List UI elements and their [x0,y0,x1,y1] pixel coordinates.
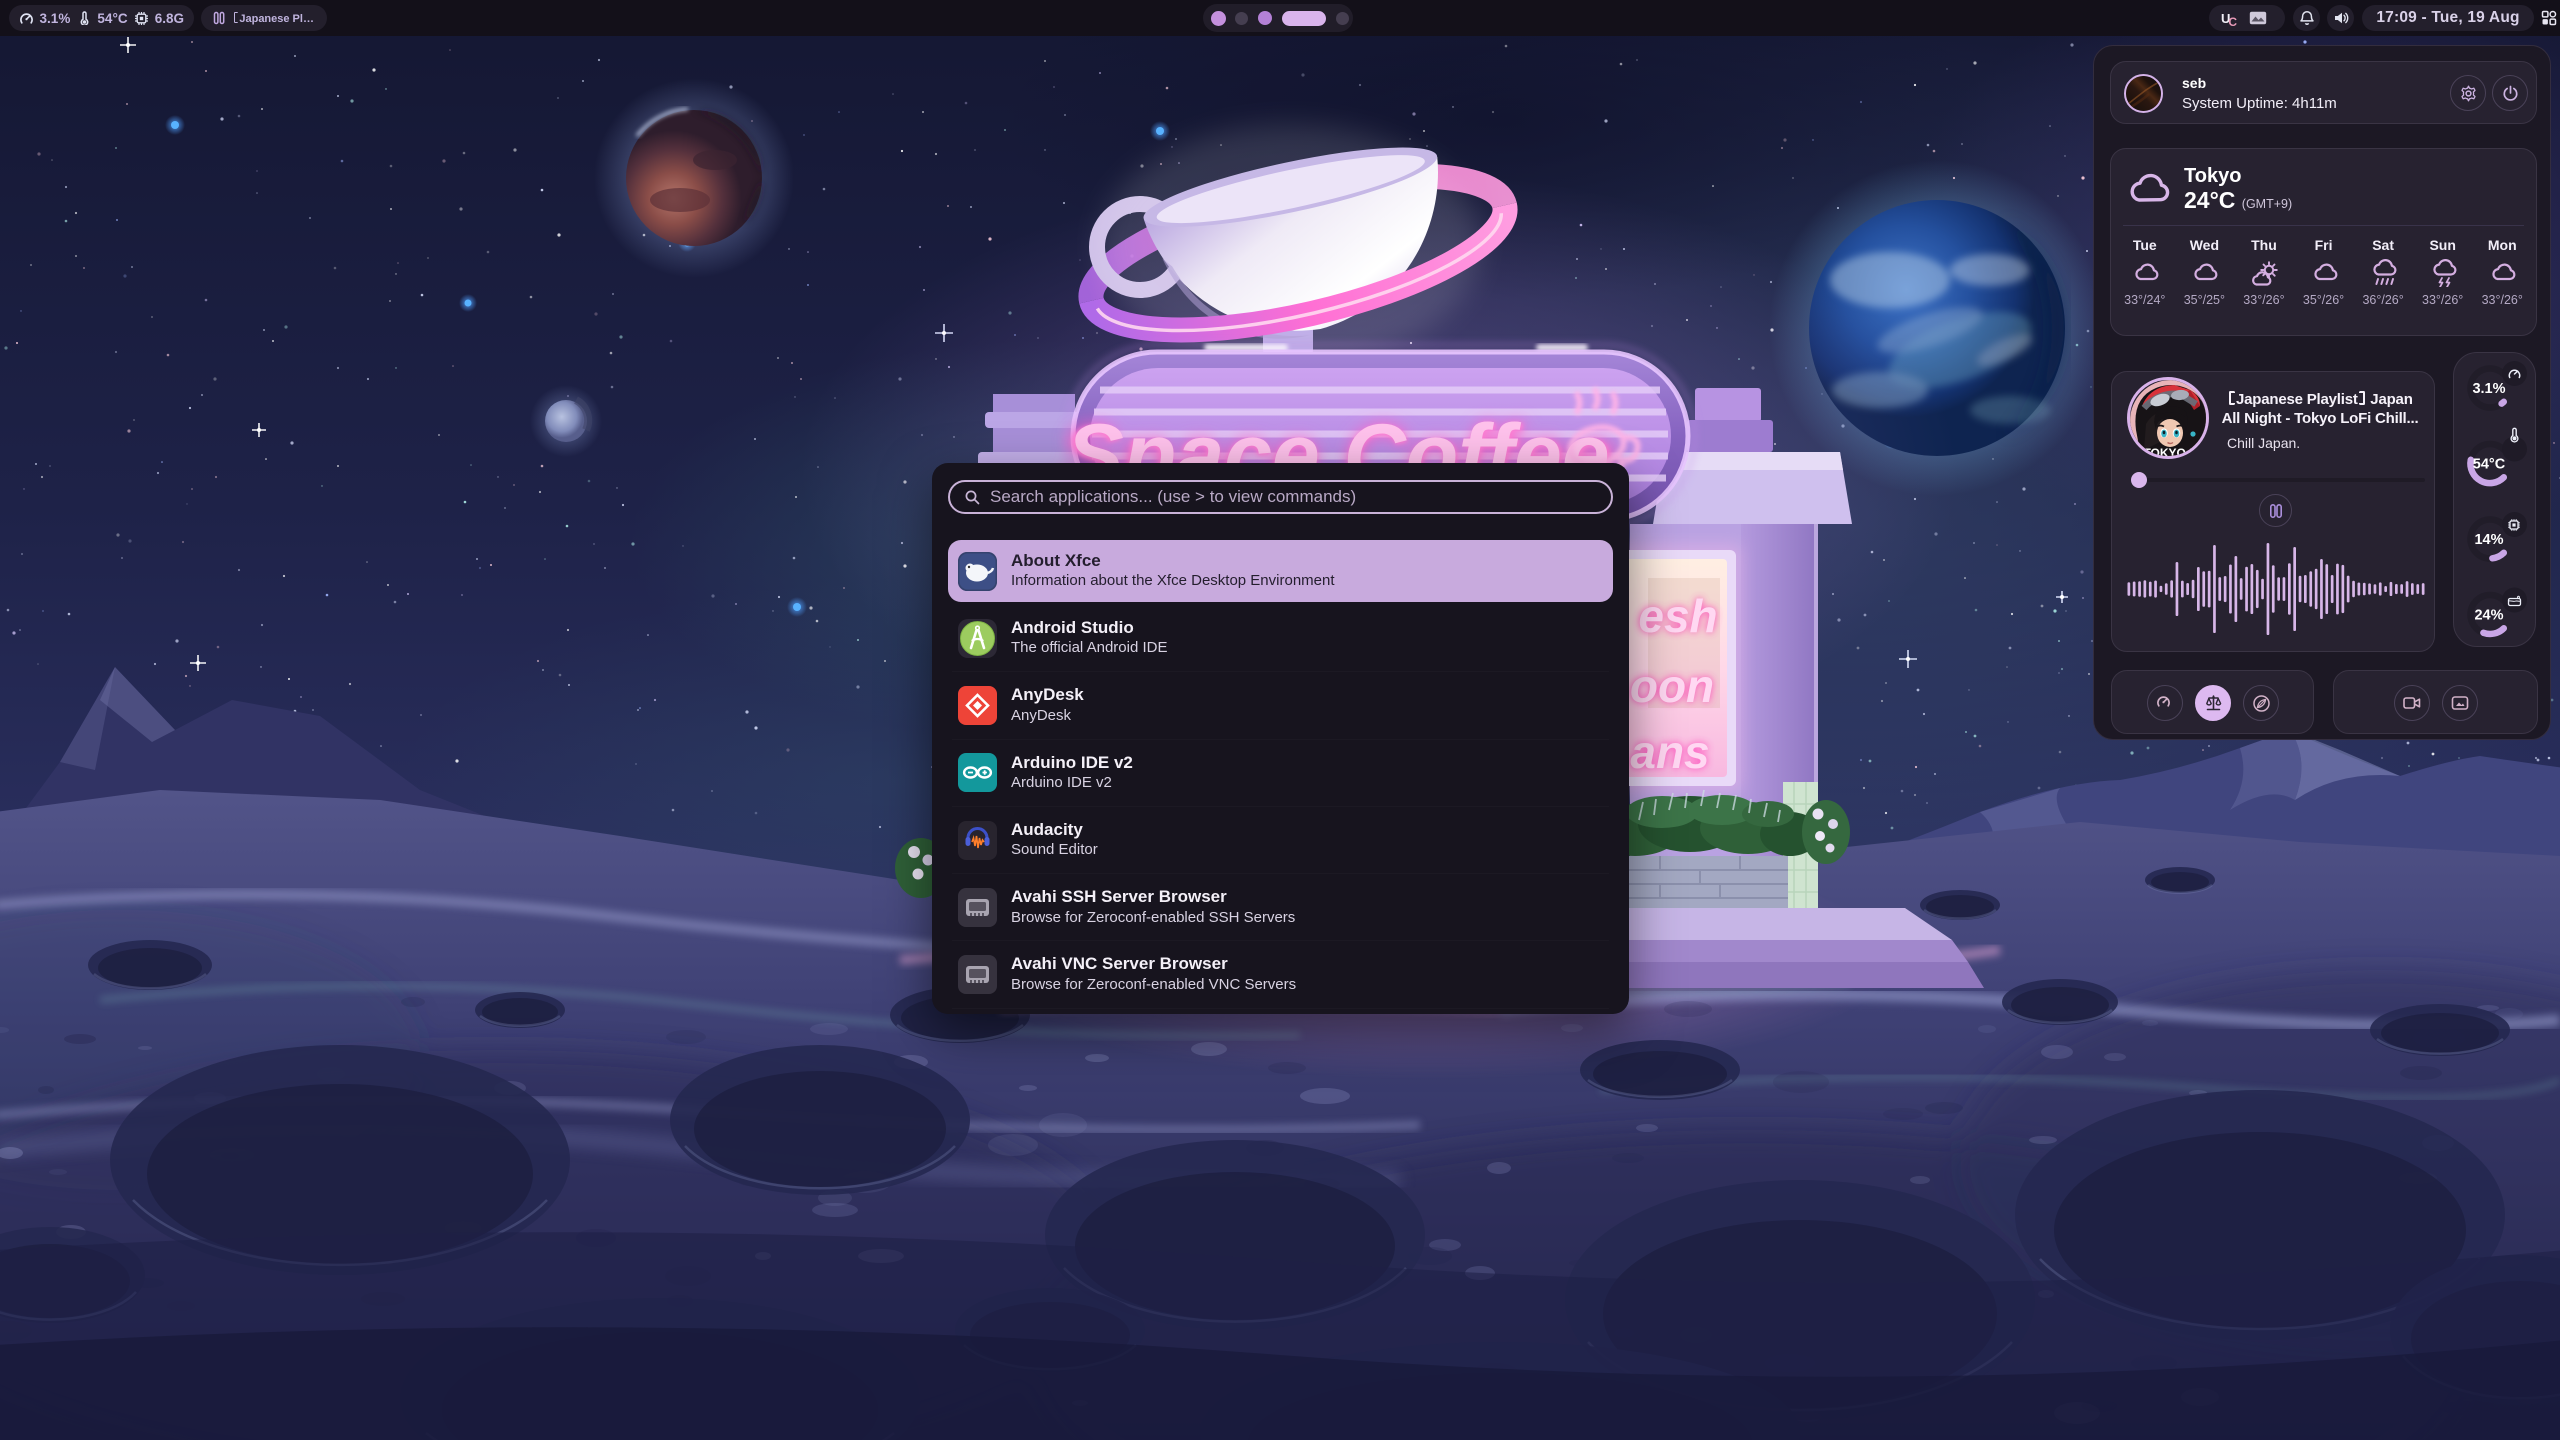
svg-text:14%: 14% [2474,532,2503,548]
svg-text:3.1%: 3.1% [2472,381,2505,397]
svg-text:54°C: 54°C [2473,457,2506,473]
svg-text:24%: 24% [2474,608,2503,624]
